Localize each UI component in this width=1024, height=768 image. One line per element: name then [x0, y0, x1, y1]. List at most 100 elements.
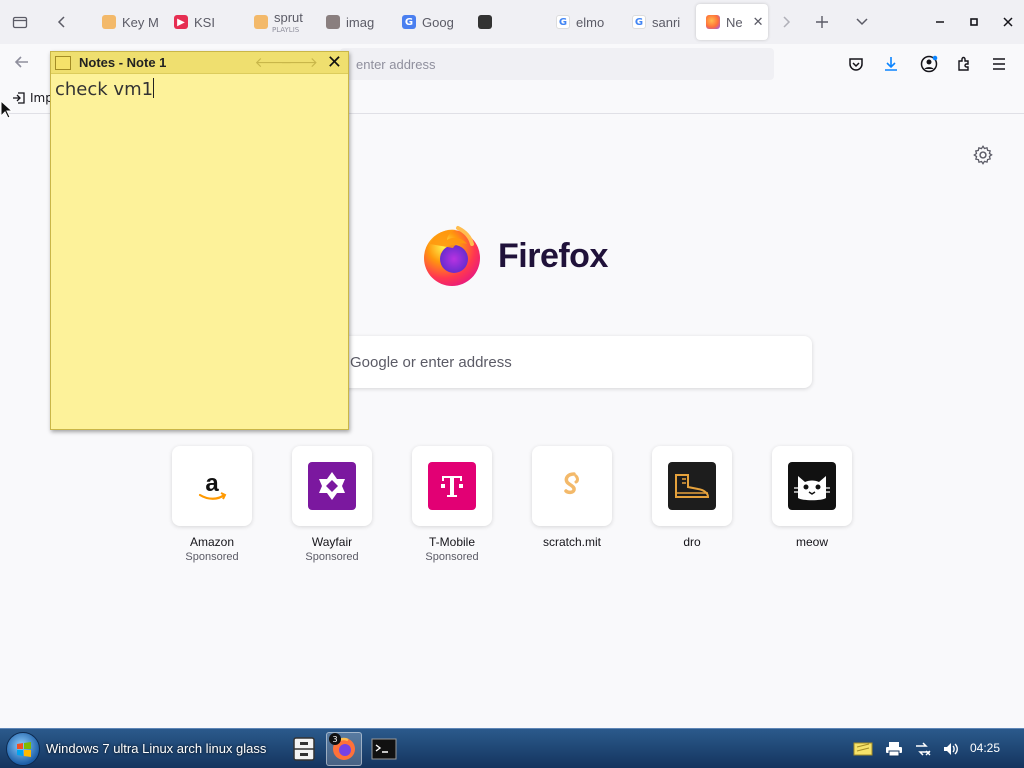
- tab-4[interactable]: G Goog: [392, 4, 462, 40]
- top-site-name: dro: [683, 535, 701, 549]
- import-icon: [13, 92, 25, 104]
- boot-icon: [668, 462, 716, 510]
- windows-logo-icon: [17, 742, 31, 757]
- cat-face-icon: [788, 462, 836, 510]
- back-arrow-icon[interactable]: [12, 52, 32, 77]
- top-site-name: scratch.mit: [542, 535, 601, 549]
- cat-icon: [478, 15, 492, 29]
- top-site-tile: [412, 446, 492, 526]
- scroll-tabs-left-icon[interactable]: [48, 8, 76, 36]
- printer-icon[interactable]: [883, 739, 905, 759]
- minimize-icon[interactable]: [928, 10, 952, 34]
- top-site-amazon[interactable]: a Amazon Sponsored: [172, 446, 252, 563]
- tab-3[interactable]: imag: [316, 4, 384, 40]
- top-site-tile: [292, 446, 372, 526]
- note-content: check vm1: [55, 79, 154, 100]
- extensions-icon[interactable]: [953, 53, 975, 75]
- downloads-icon[interactable]: [880, 53, 902, 75]
- tab-title: imag: [346, 14, 375, 30]
- import-bookmarks[interactable]: Imp: [12, 91, 53, 105]
- top-site-name: meow: [795, 535, 828, 549]
- top-site-tile: [652, 446, 732, 526]
- maximize-icon[interactable]: [962, 10, 986, 34]
- firefox-icon: [706, 15, 720, 29]
- list-all-tabs-icon[interactable]: [848, 8, 876, 36]
- menu-icon[interactable]: [988, 53, 1010, 75]
- top-site-tile: a: [172, 446, 252, 526]
- tab-5[interactable]: [468, 4, 536, 40]
- top-site-meow[interactable]: meow: [772, 446, 852, 549]
- sponsored-label: Sponsored: [185, 551, 239, 563]
- tab-1[interactable]: ▶ KSI: [164, 4, 232, 40]
- taskbar-firefox[interactable]: 3: [326, 732, 362, 766]
- window-count-badge: 3: [329, 733, 341, 745]
- account-icon[interactable]: [918, 53, 940, 75]
- url-placeholder: enter address: [356, 56, 436, 72]
- sticky-note-window[interactable]: Notes - Note 1 🡐 🡒 ✕ check vm1: [50, 51, 349, 430]
- tab-0[interactable]: Key M: [92, 4, 160, 40]
- top-site-dro[interactable]: dro: [652, 446, 732, 549]
- tab-overview-icon[interactable]: [6, 8, 34, 36]
- image-icon: [326, 15, 340, 29]
- close-note-icon[interactable]: ✕: [327, 52, 342, 73]
- tab-strip: Key M ▶ KSI sprut PLAYLIS imag G Goog G …: [0, 0, 1024, 44]
- top-site-tile: [772, 446, 852, 526]
- new-tab-icon[interactable]: [808, 8, 836, 36]
- terminal-icon: [371, 738, 397, 760]
- top-site-name: Amazon: [189, 535, 235, 549]
- tab-2[interactable]: sprut PLAYLIS: [244, 4, 312, 40]
- tab-subtitle: PLAYLIS: [272, 26, 300, 34]
- taskbar: Windows 7 ultra Linux arch linux glass 3…: [0, 728, 1024, 768]
- start-button[interactable]: [6, 732, 40, 766]
- amazon-icon: a: [188, 462, 236, 510]
- network-disconnected-icon[interactable]: [912, 739, 934, 759]
- close-window-icon[interactable]: [996, 10, 1020, 34]
- start-menu-label[interactable]: Windows 7 ultra Linux arch linux glass: [46, 741, 266, 756]
- file-cabinet-icon: [293, 737, 315, 761]
- pocket-icon[interactable]: [845, 53, 867, 75]
- tab-6[interactable]: G elmo: [546, 4, 616, 40]
- top-site-wayfair[interactable]: Wayfair Sponsored: [292, 446, 372, 563]
- top-site-scratch[interactable]: scratch.mit: [532, 446, 612, 549]
- top-site-name: Wayfair: [311, 535, 353, 549]
- sponsored-label: Sponsored: [425, 551, 479, 563]
- sticky-notes-tray-icon[interactable]: [852, 739, 874, 759]
- clock[interactable]: 04:25: [970, 741, 1000, 755]
- tmobile-icon: [428, 462, 476, 510]
- tab-title: Ne: [726, 14, 743, 30]
- note-app-icon: [55, 55, 71, 70]
- note-title: Notes - Note 1: [79, 55, 167, 70]
- wayfair-icon: [308, 462, 356, 510]
- close-tab-icon[interactable]: ✕: [753, 15, 764, 30]
- top-site-tmobile[interactable]: T-Mobile Sponsored: [412, 446, 492, 563]
- bookmark-icon: [254, 15, 268, 29]
- google-translate-icon: G: [402, 15, 416, 29]
- tab-title: sanri: [652, 14, 681, 30]
- tab-title: elmo: [576, 14, 605, 30]
- sponsored-label: Sponsored: [305, 551, 359, 563]
- svg-text:a: a: [205, 470, 219, 497]
- volume-icon[interactable]: [940, 739, 962, 759]
- taskbar-terminal[interactable]: [366, 732, 402, 766]
- google-icon: G: [632, 15, 646, 29]
- scroll-tabs-right-icon[interactable]: [772, 8, 800, 36]
- firefox-brand: Firefox: [420, 224, 608, 288]
- taskbar-file-manager[interactable]: [286, 732, 322, 766]
- note-text-area[interactable]: check vm1: [51, 74, 348, 104]
- brand-wordmark: Firefox: [498, 236, 608, 275]
- tab-title: KSI: [194, 14, 215, 30]
- tab-title: sprut: [274, 9, 303, 25]
- youtube-icon: ▶: [174, 15, 188, 29]
- note-title-bar[interactable]: Notes - Note 1 🡐 🡒 ✕: [51, 52, 348, 74]
- top-site-tile: [532, 446, 612, 526]
- settings-gear-icon[interactable]: [972, 144, 994, 166]
- google-icon: G: [556, 15, 570, 29]
- tab-8-active[interactable]: Ne ✕: [696, 4, 768, 40]
- scratch-icon: [548, 462, 596, 510]
- url-bar[interactable]: enter address: [340, 48, 774, 80]
- next-note-icon[interactable]: 🡒: [280, 54, 318, 71]
- mouse-cursor-icon: [0, 99, 14, 124]
- tab-title: Key M: [122, 14, 159, 30]
- tab-7[interactable]: G sanri: [622, 4, 690, 40]
- top-site-name: T-Mobile: [428, 535, 475, 549]
